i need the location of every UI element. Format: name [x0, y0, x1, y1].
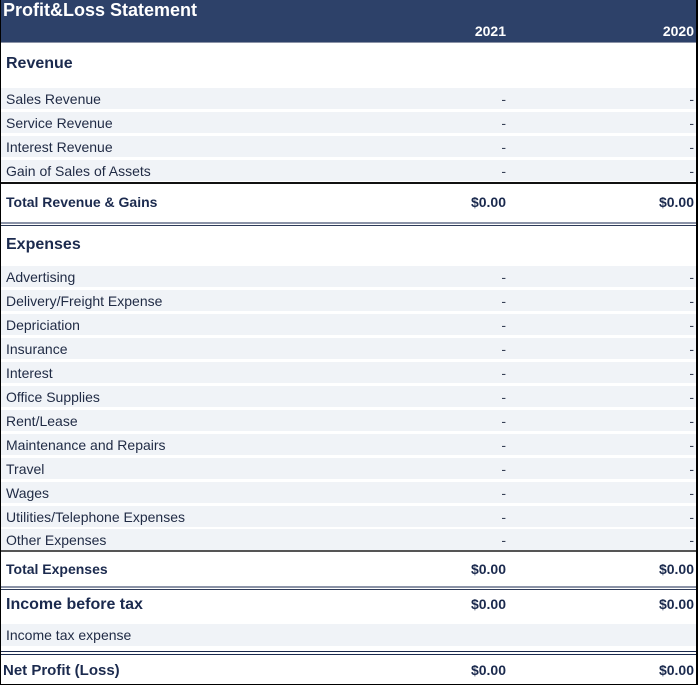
total-revenue-label: Total Revenue & Gains: [6, 194, 158, 210]
value-2021[interactable]: -: [501, 338, 506, 360]
row-label: Office Supplies: [6, 389, 100, 405]
value-2021[interactable]: -: [501, 410, 506, 432]
value-2021[interactable]: -: [501, 482, 506, 504]
total-expenses-2020: $0.00: [658, 561, 694, 577]
value-2020[interactable]: -: [689, 314, 694, 336]
value-2020[interactable]: -: [689, 362, 694, 384]
table-row[interactable]: Rent/Lease - -: [1, 410, 696, 431]
net-profit-label: Net Profit (Loss): [3, 662, 120, 679]
row-label: Gain of Sales of Assets: [6, 163, 151, 179]
divider: [1, 550, 696, 552]
income-before-tax-2020: $0.00: [658, 596, 694, 612]
table-row[interactable]: Travel - -: [1, 458, 696, 479]
value-2020[interactable]: -: [689, 386, 694, 408]
net-profit-row: Net Profit (Loss) $0.00 $0.00: [1, 662, 696, 682]
column-header-2020: 2020: [662, 23, 694, 39]
value-2020[interactable]: -: [689, 136, 694, 158]
double-divider: [1, 222, 696, 226]
row-label: Rent/Lease: [6, 413, 78, 429]
value-2021[interactable]: -: [501, 112, 506, 134]
income-tax-label: Income tax expense: [6, 627, 132, 643]
row-label: Advertising: [6, 269, 76, 285]
profit-loss-sheet: Profit&Loss Statement 2021 2020 Revenue …: [0, 0, 698, 685]
total-expenses-row: Total Expenses $0.00 $0.00: [1, 561, 696, 581]
revenue-heading: Revenue: [6, 55, 73, 72]
table-row[interactable]: Interest Revenue - -: [1, 136, 696, 157]
row-label: Interest Revenue: [6, 139, 113, 155]
table-row[interactable]: Advertising - -: [1, 266, 696, 287]
value-2021[interactable]: -: [501, 434, 506, 456]
value-2021[interactable]: -: [501, 529, 506, 551]
value-2020[interactable]: -: [689, 458, 694, 480]
total-revenue-2020: $0.00: [658, 194, 694, 210]
table-row[interactable]: Utilities/Telephone Expenses - -: [1, 506, 696, 527]
net-profit-2020: $0.00: [658, 662, 694, 678]
table-row[interactable]: Office Supplies - -: [1, 386, 696, 407]
total-revenue-2021: $0.00: [470, 194, 506, 210]
value-2021[interactable]: -: [501, 386, 506, 408]
expenses-heading: Expenses: [6, 236, 81, 253]
total-expenses-label: Total Expenses: [6, 561, 108, 577]
table-row[interactable]: Interest - -: [1, 362, 696, 383]
value-2020[interactable]: -: [689, 112, 694, 134]
row-label: Other Expenses: [6, 532, 107, 548]
value-2020[interactable]: -: [689, 160, 694, 182]
table-row[interactable]: Maintenance and Repairs - -: [1, 434, 696, 455]
row-label: Wages: [6, 485, 50, 501]
header-bar: Profit&Loss Statement 2021 2020: [1, 0, 696, 43]
table-row[interactable]: Sales Revenue - -: [1, 88, 696, 109]
value-2020[interactable]: -: [689, 88, 694, 110]
value-2020[interactable]: -: [689, 338, 694, 360]
row-label: Insurance: [6, 341, 68, 357]
row-label: Interest: [6, 365, 53, 381]
income-before-tax-2021: $0.00: [470, 596, 506, 612]
row-label: Travel: [6, 461, 45, 477]
row-label: Utilities/Telephone Expenses: [6, 509, 185, 525]
table-row[interactable]: Delivery/Freight Expense - -: [1, 290, 696, 311]
row-label: Maintenance and Repairs: [6, 437, 166, 453]
value-2021[interactable]: -: [501, 458, 506, 480]
value-2021[interactable]: -: [501, 506, 506, 528]
income-before-tax-label: Income before tax: [6, 596, 143, 613]
row-label: Service Revenue: [6, 115, 113, 131]
value-2020[interactable]: -: [689, 410, 694, 432]
value-2020[interactable]: -: [689, 266, 694, 288]
value-2020[interactable]: -: [689, 482, 694, 504]
double-divider: [1, 651, 696, 655]
value-2020[interactable]: -: [689, 290, 694, 312]
column-header-2021: 2021: [474, 23, 506, 39]
net-profit-2021: $0.00: [470, 662, 506, 678]
row-label: Depriciation: [6, 317, 80, 333]
table-row[interactable]: Service Revenue - -: [1, 112, 696, 133]
value-2021[interactable]: -: [501, 362, 506, 384]
revenue-heading-row: Revenue: [1, 55, 696, 79]
double-divider: [1, 586, 696, 590]
divider: [1, 182, 696, 184]
total-expenses-2021: $0.00: [470, 561, 506, 577]
value-2020[interactable]: -: [689, 506, 694, 528]
row-label: Sales Revenue: [6, 91, 101, 107]
value-2021[interactable]: -: [501, 88, 506, 110]
value-2021[interactable]: -: [501, 290, 506, 312]
table-row[interactable]: Depriciation - -: [1, 314, 696, 335]
value-2020[interactable]: -: [689, 529, 694, 551]
table-row[interactable]: Insurance - -: [1, 338, 696, 359]
value-2021[interactable]: -: [501, 136, 506, 158]
statement-title: Profit&Loss Statement: [3, 0, 198, 20]
value-2020[interactable]: -: [689, 434, 694, 456]
total-revenue-row: Total Revenue & Gains $0.00 $0.00: [1, 194, 696, 214]
row-label: Delivery/Freight Expense: [6, 293, 163, 309]
value-2021[interactable]: -: [501, 314, 506, 336]
income-tax-row[interactable]: Income tax expense: [1, 624, 696, 646]
value-2021[interactable]: -: [501, 160, 506, 182]
income-before-tax-row: Income before tax $0.00 $0.00: [1, 596, 696, 618]
value-2021[interactable]: -: [501, 266, 506, 288]
expenses-heading-row: Expenses: [1, 236, 696, 260]
table-row[interactable]: Wages - -: [1, 482, 696, 503]
table-row[interactable]: Other Expenses - -: [1, 529, 696, 550]
table-row[interactable]: Gain of Sales of Assets - -: [1, 160, 696, 181]
